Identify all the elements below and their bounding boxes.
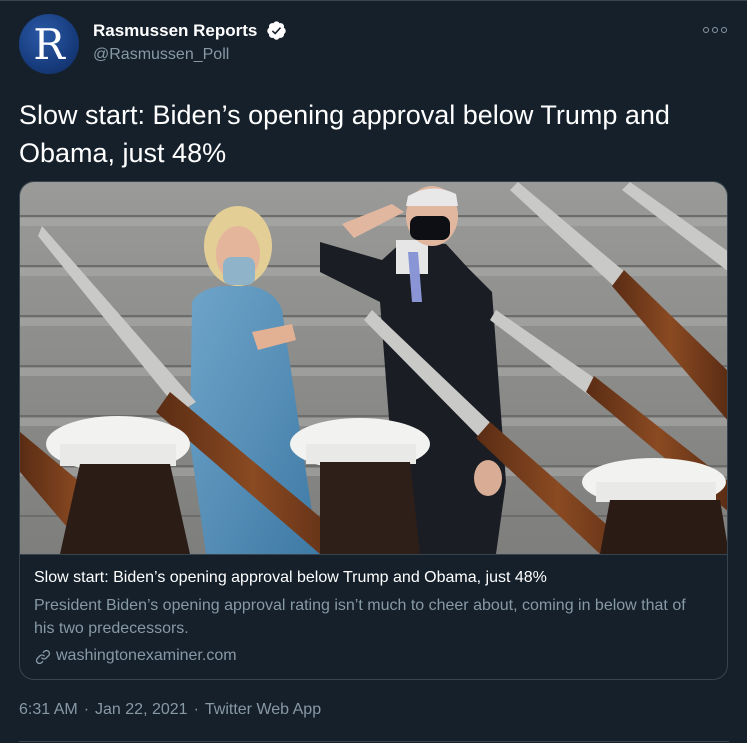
account-handle[interactable]: @Rasmussen_Poll [93,46,229,64]
meta-separator: · [83,701,90,718]
meta-separator: · [193,701,199,718]
inauguration-photo [20,182,727,554]
card-domain: washingtonexaminer.com [56,647,237,664]
tweet: R Rasmussen Reports @Rasmussen_Poll Slow… [0,0,747,743]
card-description: President Biden’s opening approval ratin… [34,597,686,637]
tweet-text: Slow start: Biden’s opening approval bel… [19,100,670,168]
divider [19,741,729,742]
avatar-logo-letter: R [33,20,65,69]
more-options-icon[interactable] [703,23,727,37]
link-icon [35,649,51,665]
card-divider [20,554,727,555]
tweet-time[interactable]: 6:31 AM [19,701,78,719]
display-name[interactable]: Rasmussen Reports [93,21,257,41]
verified-badge-icon [267,21,286,40]
tweet-source[interactable]: Twitter Web App [205,701,321,719]
tweet-meta: 6:31 AM · Jan 22, 2021 · Twitter Web App [19,701,321,719]
avatar[interactable]: R [19,14,79,74]
link-card[interactable]: Slow start: Biden’s opening approval bel… [19,181,728,680]
tweet-date[interactable]: Jan 22, 2021 [95,701,188,719]
card-title[interactable]: Slow start: Biden’s opening approval bel… [34,569,547,587]
